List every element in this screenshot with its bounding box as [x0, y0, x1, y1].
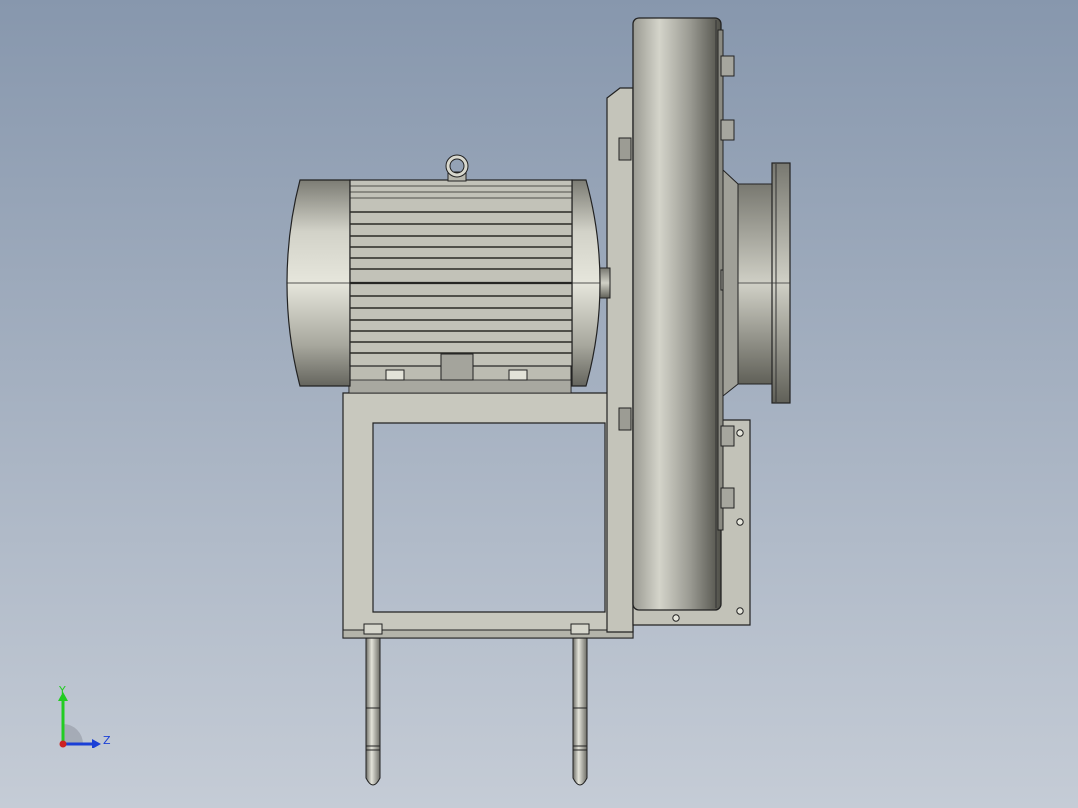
- z-axis-label: Z: [103, 734, 111, 747]
- triad-plane-icon: [63, 724, 83, 744]
- base-frame[interactable]: [342, 392, 634, 639]
- vertical-support-plate[interactable]: [606, 87, 634, 633]
- y-axis-label: Y: [58, 684, 66, 697]
- motor[interactable]: [286, 179, 601, 387]
- anchor-bolt-left[interactable]: [365, 635, 381, 786]
- lifting-eye[interactable]: [445, 154, 469, 182]
- x-axis-icon: [59, 740, 67, 748]
- coordinate-triad: Y Z: [58, 684, 111, 748]
- anchor-bolt-right[interactable]: [572, 635, 588, 786]
- inlet-flange[interactable]: [722, 162, 791, 404]
- graphics-viewport[interactable]: Y Z: [0, 0, 1078, 808]
- blower-assembly-model[interactable]: [0, 0, 1078, 808]
- z-arrow-icon: [92, 739, 101, 748]
- fan-housing[interactable]: [632, 17, 735, 611]
